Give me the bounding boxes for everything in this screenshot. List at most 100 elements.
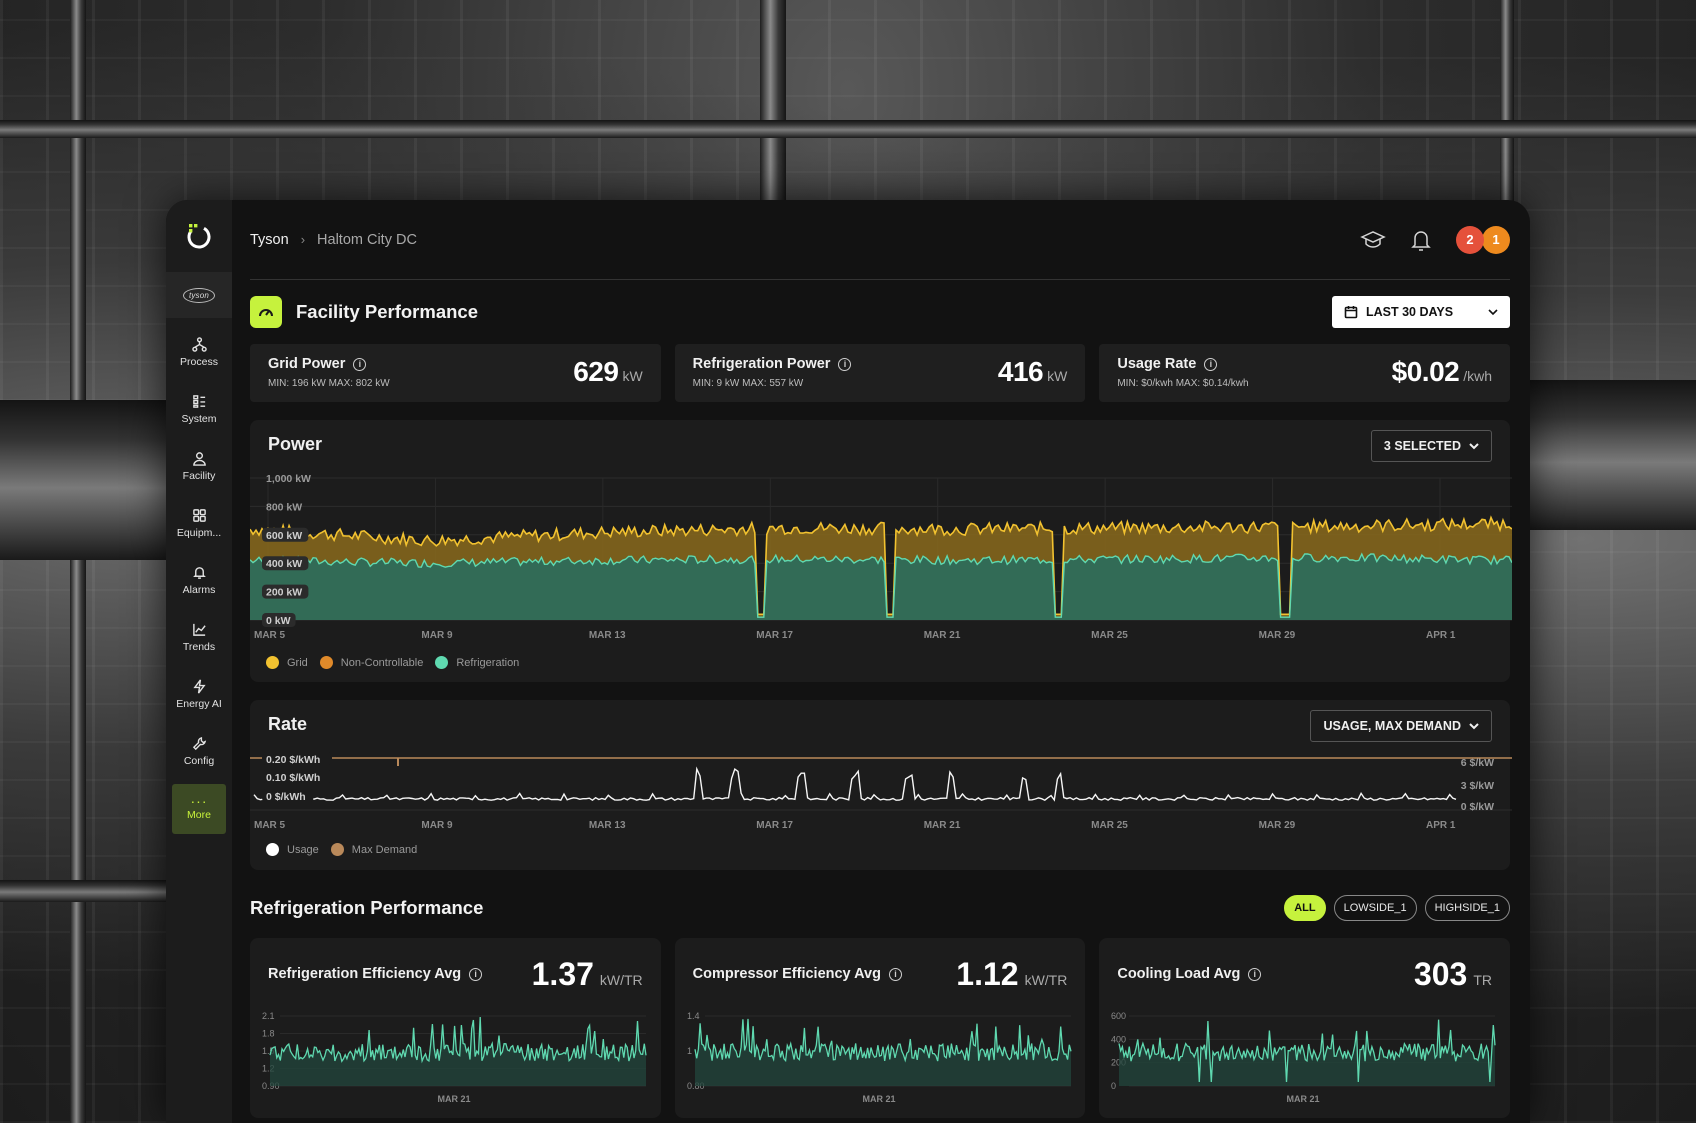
date-range-value: LAST 30 DAYS	[1366, 305, 1454, 319]
legend-item-grid[interactable]: Grid	[266, 656, 308, 669]
notification-bell-icon[interactable]	[1408, 227, 1434, 253]
org-logo-text: tyson	[182, 287, 216, 303]
y-tick-label: 200 kW	[266, 587, 302, 599]
legend-item-usage[interactable]: Usage	[266, 843, 319, 856]
rate-legend: Usage Max Demand	[266, 843, 421, 856]
kpi-name: Grid Power	[268, 356, 346, 372]
sidebar-item-system[interactable]: System	[166, 381, 232, 438]
sidebar-item-more[interactable]: ··· More	[172, 784, 226, 834]
breadcrumb: Tyson › Haltom City DC	[250, 232, 417, 248]
rate-panel: Rate USAGE, MAX DEMAND 0.20 $/kWh 0.10 $/…	[250, 700, 1512, 870]
kpi-card-grid-power: Grid Power i MIN: 196 kW MAX: 802 kW 629 k…	[250, 344, 661, 402]
sidebar-item-config[interactable]: Config	[166, 723, 232, 780]
kpi-row: Grid Power i MIN: 196 kW MAX: 802 kW 629 k…	[250, 344, 1511, 402]
y-tick-label: 400 kW	[266, 558, 302, 570]
filter-chip-all[interactable]: ALL	[1284, 895, 1326, 921]
x-tick-label: MAR 29	[1259, 820, 1296, 831]
kpi-value: 416	[997, 356, 1044, 387]
y-tick-label: 0	[1111, 1081, 1116, 1091]
critical-alert-badge[interactable]: 2	[1456, 225, 1484, 254]
org-logo[interactable]: tyson	[166, 272, 232, 318]
sidebar-item-label: Facility	[182, 470, 216, 482]
legend-label: Grid	[287, 656, 308, 669]
breadcrumb-site[interactable]: Haltom City DC	[317, 232, 417, 248]
sparkline-chart[interactable]: 1.410.80MAR 21	[675, 938, 1083, 1118]
x-tick-label: MAR 25	[1091, 820, 1128, 831]
x-tick-label: MAR 5	[254, 630, 286, 641]
legend-label: Non-Controllable	[340, 656, 424, 669]
x-tick-label: MAR 21	[1287, 1094, 1320, 1104]
sidebar-item-equipment[interactable]: Equipm...	[166, 495, 232, 552]
x-tick-label: APR 1	[1426, 630, 1456, 641]
sidebar-item-alarms[interactable]: Alarms	[166, 552, 232, 609]
graduation-cap-icon[interactable]	[1360, 227, 1386, 253]
rate-chart[interactable]: 0.20 $/kWh 0.10 $/kWh 0 $/kWh 6 $/kW 3 $/kW 0…	[250, 700, 1512, 870]
bell-icon	[192, 567, 206, 579]
kpi-name: Usage Rate	[1117, 356, 1197, 372]
page-title: Facility Performance	[250, 296, 478, 328]
sparkline-chart[interactable]: 2.11.81.51.20.90MAR 21	[250, 938, 658, 1118]
x-tick-label: APR 1	[1426, 820, 1456, 831]
sidebar-item-label: Alarms	[182, 584, 216, 596]
x-tick-label: MAR 21	[924, 820, 961, 831]
x-tick-label: MAR 9	[421, 820, 453, 831]
x-tick-label: MAR 21	[862, 1094, 895, 1104]
info-icon[interactable]: i	[838, 357, 852, 371]
sidebar-item-label: System	[181, 413, 217, 425]
process-icon	[191, 337, 207, 352]
top-bar: Tyson › Haltom City DC 2 1	[250, 200, 1510, 280]
x-tick-label: MAR 25	[1091, 630, 1128, 641]
y-tick-label: 1,000 kW	[266, 473, 311, 485]
equipment-icon	[192, 509, 206, 522]
gauge-icon	[250, 296, 282, 328]
filter-chip-highside[interactable]: HIGHSIDE_1	[1424, 895, 1510, 921]
sidebar-item-label: More	[187, 809, 211, 821]
top-actions: 2 1	[1360, 225, 1510, 254]
power-panel: Power 3 SELECTED 1,000 kW 800 kW 600 kW 400…	[250, 420, 1512, 682]
sidebar-item-facility[interactable]: Facility	[166, 438, 232, 495]
y-tick-label: 800 kW	[266, 501, 302, 513]
power-legend: Grid Non-Controllable Refrigeration	[266, 656, 523, 669]
sidebar-item-process[interactable]: Process	[166, 324, 232, 381]
y-tick-label: 600 kW	[266, 530, 302, 542]
refrigeration-filters: ALL LOWSIDE_1 HIGHSIDE_1	[1284, 895, 1510, 921]
breadcrumb-org[interactable]: Tyson	[250, 232, 289, 248]
kpi-value: 629	[573, 356, 619, 387]
x-tick-label: MAR 13	[589, 630, 626, 641]
filter-chip-lowside[interactable]: LOWSIDE_1	[1333, 895, 1417, 921]
sidebar: tyson Process System Facility Equipm... …	[166, 200, 232, 1123]
y-tick-label: 1	[687, 1046, 692, 1056]
warning-alert-badge[interactable]: 1	[1482, 225, 1510, 254]
x-tick-label: MAR 21	[437, 1094, 470, 1104]
legend-item-non-controllable[interactable]: Non-Controllable	[319, 656, 424, 669]
app-logo[interactable]	[166, 200, 232, 272]
power-chart[interactable]: 1,000 kW 800 kW 600 kW 400 kW 200 kW 0 kW MAR …	[250, 420, 1512, 682]
sidebar-item-energy-ai[interactable]: Energy AI	[166, 666, 232, 723]
info-icon[interactable]: i	[353, 357, 367, 371]
y-tick-label: 1.4	[687, 1011, 700, 1021]
page-title-text: Facility Performance	[296, 301, 478, 322]
alert-badges[interactable]: 2 1	[1456, 225, 1510, 254]
legend-item-max-demand[interactable]: Max Demand	[330, 843, 418, 856]
y-tick-label: 1.8	[262, 1029, 275, 1039]
sparkline-chart[interactable]: 6004002000MAR 21	[1099, 938, 1507, 1118]
sidebar-item-label: Trends	[182, 641, 216, 653]
app-logo-icon	[187, 224, 211, 249]
legend-item-refrigeration[interactable]: Refrigeration	[435, 656, 519, 669]
main-content: Tyson › Haltom City DC 2 1 Facility Perf…	[232, 200, 1530, 1123]
date-range-select[interactable]: LAST 30 DAYS	[1332, 296, 1510, 328]
kpi-value: $0.02	[1391, 356, 1460, 387]
x-tick-label: MAR 17	[756, 820, 793, 831]
y-tick-label: 2.1	[262, 1011, 275, 1021]
sidebar-item-label: Config	[183, 755, 215, 767]
refrigeration-title: Refrigeration Performance	[250, 897, 484, 918]
more-icon: ···	[190, 793, 208, 809]
legend-label: Max Demand	[351, 843, 418, 856]
legend-label: Usage	[287, 843, 319, 856]
kpi-unit: /kwh	[1463, 368, 1493, 384]
trends-icon	[192, 623, 206, 636]
x-tick-label: MAR 17	[756, 630, 793, 641]
sidebar-item-trends[interactable]: Trends	[166, 609, 232, 666]
info-icon[interactable]: i	[1204, 357, 1218, 371]
refrigeration-metrics: Refrigeration Efficiency Avg i 1.37 kW/TR …	[250, 938, 1511, 1118]
